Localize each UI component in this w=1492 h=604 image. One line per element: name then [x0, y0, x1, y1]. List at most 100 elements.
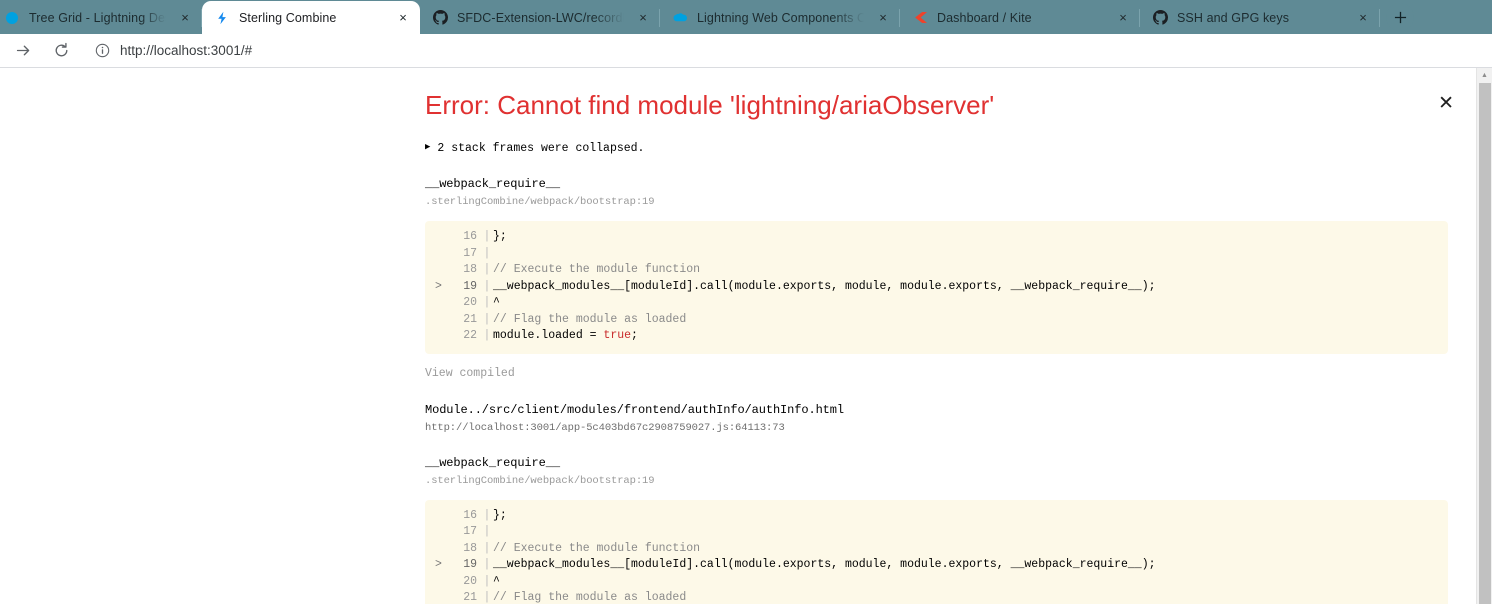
browser-tab-sterling-combine[interactable]: Sterling Combine × [202, 1, 420, 34]
error-title: Error: Cannot find module 'lightning/ari… [425, 90, 995, 120]
browser-tab-title: SSH and GPG keys [1177, 10, 1290, 25]
browser-tab-title: Lightning Web Components Open Source [697, 10, 864, 25]
tab-close-icon[interactable]: × [394, 9, 412, 27]
new-tab-button[interactable] [1386, 3, 1414, 31]
tab-close-icon[interactable]: × [176, 9, 194, 27]
arrow-right-icon [16, 45, 29, 56]
code-separator: | [483, 312, 491, 326]
code-line: 18 |// Execute the module function [425, 541, 1448, 558]
code-snippet: 16 |}; 17 | 18 |// Execute the module functio… [425, 221, 1448, 354]
code-line-text: // Flag the module as loaded [493, 312, 687, 326]
browser-tab-sfdc-extension[interactable]: SFDC-Extension-LWC/recordDetails × [420, 1, 660, 34]
code-line-text: ^ [493, 296, 500, 310]
browser-tab-ssh-gpg-keys[interactable]: SSH and GPG keys × [1140, 1, 1380, 34]
site-info-icon[interactable] [94, 43, 110, 59]
browser-tab-lwc-open-source[interactable]: Lightning Web Components Open Source × [660, 1, 900, 34]
chevron-right-icon: ▶ [425, 142, 431, 153]
tab-close-icon[interactable]: × [874, 9, 892, 27]
code-line-number: 19 [463, 279, 477, 293]
stack-frame-location: .sterlingCombine/webpack/bootstrap:19 [425, 474, 655, 487]
stack-frame-location: http://localhost:3001/app-5c403bd67c2908… [425, 421, 785, 434]
code-line-text: module.loaded = true; [493, 329, 638, 343]
code-line-number: 20 [463, 296, 477, 310]
code-pointer: > [435, 279, 442, 293]
browser-toolbar: http://localhost:3001/# [0, 34, 1492, 68]
code-separator: | [483, 263, 491, 277]
collapsed-stack-frames-label: 2 stack frames were collapsed. [437, 142, 645, 156]
code-line-text: // Execute the module function [493, 263, 701, 277]
code-line-number: 22 [463, 329, 477, 343]
plus-icon [1394, 11, 1406, 23]
reload-button[interactable] [48, 38, 74, 64]
browser-tab-title: SFDC-Extension-LWC/recordDetails [457, 10, 624, 25]
code-separator: | [483, 246, 491, 260]
collapsed-stack-frames-toggle[interactable]: ▶ 2 stack frames were collapsed. [425, 142, 1448, 155]
tab-close-icon[interactable]: × [1354, 9, 1372, 27]
stack-frame-function[interactable]: __webpack_require__ [425, 456, 1448, 470]
code-line: 17 | [425, 524, 1448, 541]
page-viewport: ✕ Error: Cannot find module 'lightning/a… [0, 68, 1492, 604]
stack-frame: __webpack_require__ .sterlingCombine/web… [425, 456, 1448, 604]
react-error-overlay: ✕ Error: Cannot find module 'lightning/a… [0, 68, 1492, 604]
scrollbar-thumb[interactable] [1479, 83, 1491, 604]
code-separator: | [483, 230, 491, 244]
code-line: 18 |// Execute the module function [425, 262, 1448, 279]
tab-strip: Tree Grid - Lightning Design System × St… [0, 0, 1492, 34]
code-line-text: __webpack_modules__[moduleId].call(modul… [493, 279, 1156, 293]
stack-frame-function[interactable]: Module../src/client/modules/frontend/aut… [425, 403, 1448, 417]
code-separator: | [483, 329, 491, 343]
tab-close-icon[interactable]: × [634, 9, 652, 27]
stack-frame: Module../src/client/modules/frontend/aut… [425, 403, 1448, 434]
stack-frame-function[interactable]: __webpack_require__ [425, 177, 1448, 191]
code-line: 21 |// Flag the module as loaded [425, 312, 1448, 329]
reload-icon [55, 42, 67, 57]
scroll-up-arrow-icon[interactable]: ▲ [1477, 68, 1492, 83]
lwc-cloud-icon [672, 10, 688, 26]
view-compiled-link[interactable]: View compiled [425, 367, 515, 380]
code-line-number: 19 [463, 558, 477, 572]
browser-tab-title: Dashboard / Kite [937, 10, 1032, 25]
code-line: 20 | ^ [425, 295, 1448, 312]
code-separator: | [483, 541, 491, 555]
code-separator: | [483, 525, 491, 539]
code-pointer [435, 295, 447, 312]
tab-close-icon[interactable]: × [1114, 9, 1132, 27]
code-pointer [435, 508, 447, 525]
code-separator: | [483, 574, 491, 588]
lightning-bolt-icon [214, 10, 230, 26]
forward-button[interactable] [10, 38, 36, 64]
lightning-blue-dot-icon [4, 10, 20, 26]
code-separator: | [483, 508, 491, 522]
stack-frame: __webpack_require__ .sterlingCombine/web… [425, 177, 1448, 381]
code-pointer: > [435, 558, 442, 572]
code-line-number: 20 [463, 574, 477, 588]
code-line-number: 21 [463, 312, 477, 326]
browser-tab-dashboard-kite[interactable]: Dashboard / Kite × [900, 1, 1140, 34]
code-line: 16 |}; [425, 508, 1448, 525]
code-line-number: 16 [463, 230, 477, 244]
close-icon[interactable]: ✕ [1438, 94, 1454, 113]
code-pointer [435, 590, 447, 604]
code-separator: | [483, 591, 491, 604]
code-line-number: 21 [463, 591, 477, 604]
code-pointer [435, 541, 447, 558]
code-pointer [435, 262, 447, 279]
page-scrollbar[interactable]: ▲ [1476, 68, 1492, 604]
code-line: >19 | __webpack_modules__[moduleId].call(m… [425, 279, 1448, 296]
code-separator: | [483, 558, 491, 572]
code-pointer [435, 524, 447, 541]
code-line-text: ^ [493, 574, 500, 588]
code-line: 21 |// Flag the module as loaded [425, 590, 1448, 604]
code-line: 22 | module.loaded = true; [425, 328, 1448, 345]
code-pointer [435, 328, 447, 345]
code-snippet: 16 |}; 17 | 18 |// Execute the module functio… [425, 499, 1448, 604]
browser-tab-tree-grid[interactable]: Tree Grid - Lightning Design System × [0, 1, 202, 34]
code-line-text: __webpack_modules__[moduleId].call(modul… [493, 558, 1156, 572]
address-bar-url: http://localhost:3001/# [120, 43, 253, 58]
code-line-number: 17 [463, 525, 477, 539]
code-pointer [435, 229, 447, 246]
address-bar[interactable]: http://localhost:3001/# [84, 37, 1482, 64]
code-pointer [435, 574, 447, 591]
code-line-text: // Execute the module function [493, 541, 701, 555]
error-overlay-content: ✕ Error: Cannot find module 'lightning/a… [425, 90, 1454, 604]
